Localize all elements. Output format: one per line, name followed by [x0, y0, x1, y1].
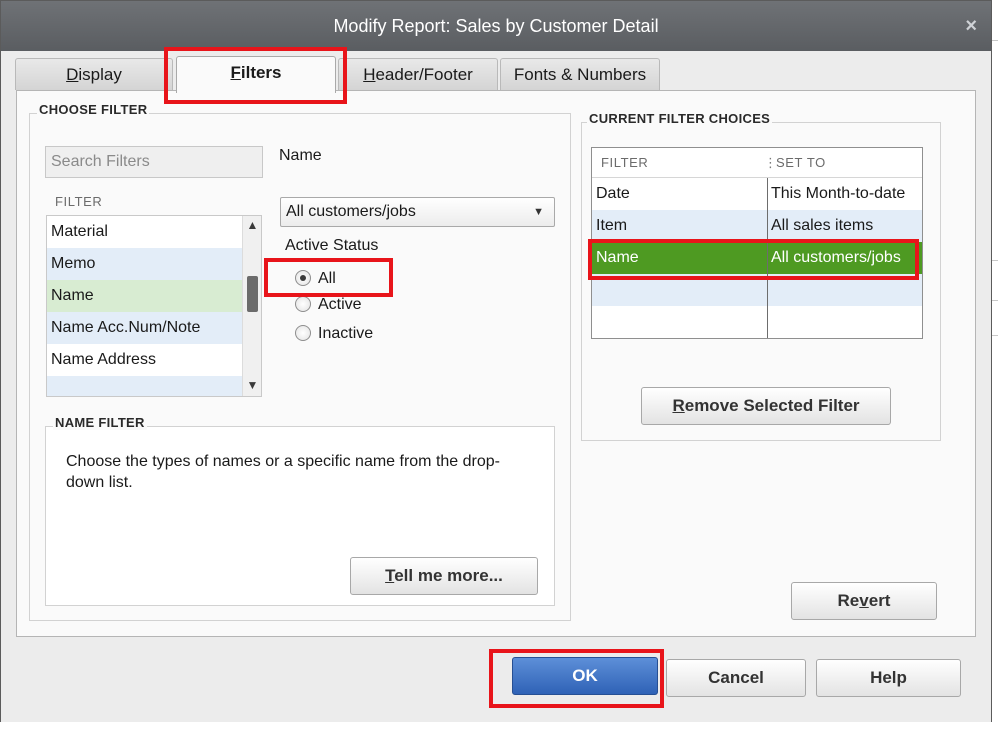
ok-button[interactable]: OK: [512, 657, 658, 695]
tab-filters-accesskey: F: [230, 63, 241, 82]
help-button[interactable]: Help: [816, 659, 961, 697]
remove-filter-label: emove Selected Filter: [684, 396, 860, 415]
table-row[interactable]: Date This Month-to-date: [592, 178, 922, 210]
background-window-bottom: [0, 722, 998, 732]
revert-label-start: Re: [837, 591, 860, 610]
tell-me-more-label: ell me more...: [394, 566, 503, 585]
radio-all[interactable]: All: [295, 268, 336, 290]
scroll-thumb[interactable]: [247, 276, 258, 312]
column-header-set-to: SET TO: [776, 155, 826, 170]
table-row-selected[interactable]: Name All customers/jobs: [592, 242, 922, 274]
radio-inactive[interactable]: Inactive: [295, 323, 373, 345]
tab-display[interactable]: Display: [15, 58, 173, 90]
title-bar[interactable]: Modify Report: Sales by Customer Detail …: [1, 1, 991, 51]
radio-active-label: Active: [318, 296, 362, 313]
list-item[interactable]: Memo: [47, 248, 243, 280]
radio-checked-icon[interactable]: [295, 270, 311, 286]
scroll-down-icon[interactable]: ▼: [245, 378, 260, 392]
tell-me-more-button[interactable]: Tell me more...: [350, 557, 538, 595]
list-item[interactable]: Material: [47, 216, 243, 248]
list-item[interactable]: Name Acc.Num/Note: [47, 312, 243, 344]
current-filter-choices-title: CURRENT FILTER CHOICES: [587, 111, 773, 126]
remove-filter-accesskey: R: [672, 396, 685, 415]
table-row[interactable]: Item All sales items: [592, 210, 922, 242]
remove-selected-filter-button[interactable]: Remove Selected Filter: [641, 387, 891, 425]
name-filter-description: Choose the types of names or a specific …: [66, 453, 500, 491]
name-field-label: Name: [279, 147, 322, 164]
column-divider: [767, 178, 768, 338]
scroll-up-icon[interactable]: ▲: [245, 218, 260, 232]
cell-filter: Name: [596, 249, 639, 266]
cell-filter: Date: [596, 185, 630, 202]
radio-unchecked-icon[interactable]: [295, 296, 311, 312]
revert-accesskey: v: [859, 591, 869, 610]
tell-me-more-accesskey: T: [385, 566, 395, 585]
name-dropdown-value: All customers/jobs: [286, 203, 416, 220]
search-filters-input[interactable]: Search Filters: [45, 146, 263, 178]
tab-filters-label: ilters: [240, 63, 282, 82]
tab-header-footer[interactable]: Header/Footer: [338, 58, 498, 90]
tab-display-accesskey: D: [66, 65, 79, 84]
choose-filter-title: CHOOSE FILTER: [37, 102, 150, 117]
cell-filter: Item: [596, 217, 628, 234]
radio-all-label: All: [318, 270, 336, 287]
tab-filters[interactable]: Filters: [176, 56, 336, 93]
tab-header-footer-accesskey: H: [363, 65, 376, 84]
cell-set-to: All sales items: [771, 217, 874, 234]
chevron-down-icon: ▼: [533, 206, 544, 218]
radio-inactive-label: Inactive: [318, 325, 374, 342]
cancel-button[interactable]: Cancel: [666, 659, 806, 697]
list-item[interactable]: Name Address: [47, 344, 243, 376]
filter-list-scrollbar[interactable]: ▲ ▼: [242, 216, 261, 396]
table-row-empty[interactable]: [592, 306, 922, 338]
tab-header-footer-label: eader/Footer: [375, 65, 473, 84]
close-icon[interactable]: ×: [965, 1, 977, 51]
dialog-title: Modify Report: Sales by Customer Detail: [333, 16, 659, 36]
column-header-filter: FILTER: [601, 155, 649, 170]
revert-button[interactable]: Revert: [791, 582, 937, 620]
name-filter-title: NAME FILTER: [53, 415, 147, 430]
modify-report-dialog: Modify Report: Sales by Customer Detail …: [0, 0, 992, 723]
cell-set-to: All customers/jobs: [771, 249, 901, 266]
tab-display-label: isplay: [78, 65, 122, 84]
list-item-selected[interactable]: Name: [47, 280, 243, 312]
cell-set-to: This Month-to-date: [771, 185, 906, 202]
table-row-empty[interactable]: [592, 274, 922, 306]
tab-fonts-numbers[interactable]: Fonts & Numbers: [500, 58, 660, 90]
name-dropdown[interactable]: All customers/jobs ▼: [280, 197, 555, 227]
current-filters-header: FILTER ⋮ SET TO: [592, 148, 922, 178]
tab-fonts-numbers-label: Fonts & Numbers: [513, 65, 647, 84]
revert-label-end: ert: [868, 591, 891, 610]
filter-column-label: FILTER: [55, 194, 103, 209]
current-filters-table[interactable]: FILTER ⋮ SET TO Date This Month-to-date …: [591, 147, 923, 339]
list-item-partial[interactable]: [47, 376, 243, 396]
active-status-label: Active Status: [285, 237, 379, 254]
radio-active[interactable]: Active: [295, 294, 362, 316]
filter-list[interactable]: Material Memo Name Name Acc.Num/Note Nam…: [46, 215, 262, 397]
radio-unchecked-icon[interactable]: [295, 325, 311, 341]
